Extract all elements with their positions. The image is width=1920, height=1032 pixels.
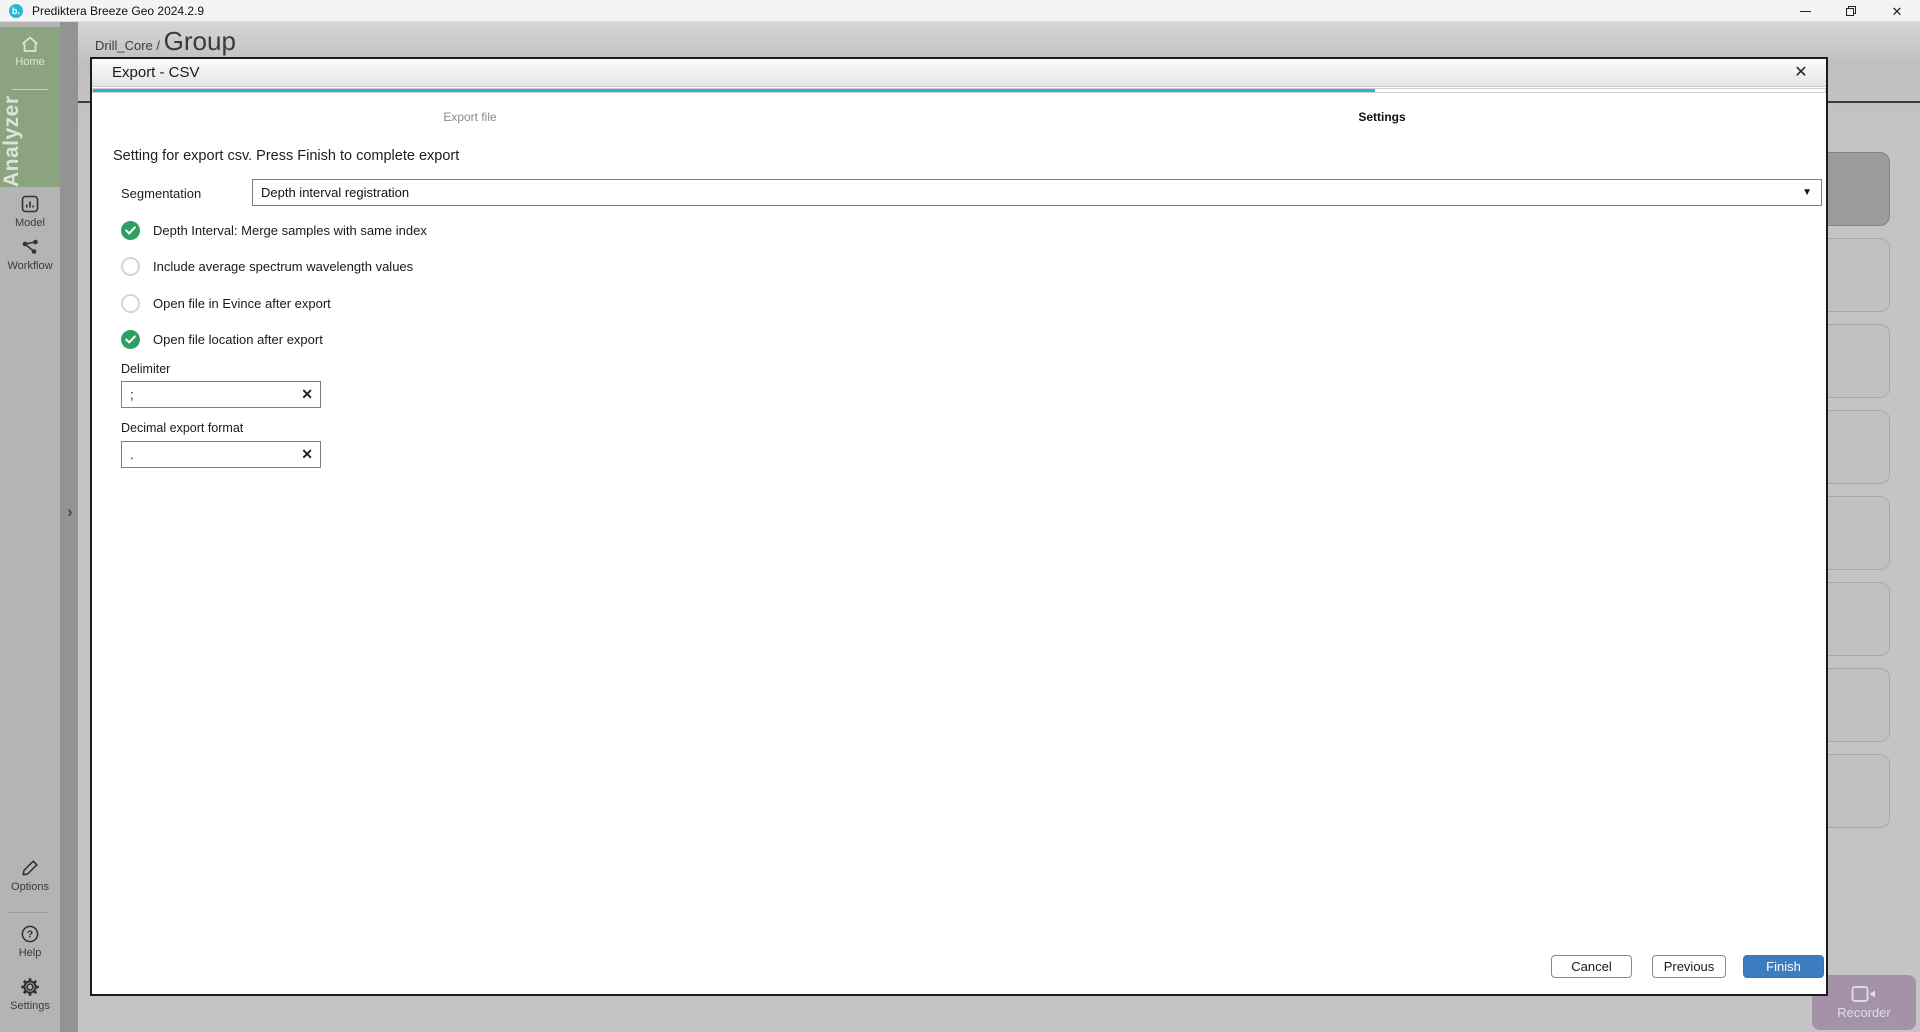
finish-button[interactable]: Finish (1743, 955, 1824, 978)
clear-icon[interactable]: ✕ (301, 386, 313, 402)
breadcrumb: Drill_Core / Group (95, 26, 236, 57)
chevron-down-icon: ▼ (1802, 180, 1812, 205)
sidebar-item-analyzer[interactable]: Analyzer (0, 95, 60, 187)
sidebar-item-label: Options (11, 881, 49, 893)
sidebar-divider (12, 89, 48, 90)
decimal-format-label: Decimal export format (121, 421, 243, 435)
delimiter-field: ✕ (121, 381, 321, 408)
decimal-format-input[interactable] (121, 441, 321, 468)
wizard-step-export-file: Export file (443, 110, 496, 124)
segmentation-label: Segmentation (121, 186, 201, 201)
sidebar-item-options[interactable]: Options (0, 858, 60, 893)
sidebar-item-settings[interactable]: Settings (0, 977, 60, 1012)
cancel-button[interactable]: Cancel (1551, 955, 1632, 978)
breadcrumb-separator: / (153, 38, 164, 53)
recorder-label: Recorder (1837, 1005, 1890, 1020)
video-camera-icon (1851, 985, 1877, 1003)
pencil-icon (20, 858, 40, 878)
export-csv-dialog: Export - CSV ✕ Export file Settings Sett… (90, 57, 1828, 996)
export-option-label: Open file location after export (153, 332, 323, 347)
sidebar-item-workflow[interactable]: Workflow (0, 237, 60, 272)
segmentation-value: Depth interval registration (261, 185, 409, 200)
checkbox-icon[interactable] (121, 294, 140, 313)
progress-fill (93, 89, 1375, 92)
checkbox-icon[interactable] (121, 221, 140, 240)
expand-panel-chevron[interactable]: › (62, 502, 78, 522)
bar-chart-icon (20, 194, 40, 214)
export-option[interactable]: Open file location after export (121, 330, 427, 350)
minimize-icon (1800, 11, 1811, 12)
wizard-progress-bar (92, 88, 1826, 93)
close-icon: ✕ (1892, 5, 1903, 18)
sidebar: Home Analyzer Model Workflow (0, 22, 60, 1032)
dialog-title: Export - CSV (112, 64, 200, 81)
export-option[interactable]: Include average spectrum wavelength valu… (121, 257, 427, 277)
svg-text:?: ? (27, 929, 33, 941)
export-option-label: Depth Interval: Merge samples with same … (153, 223, 427, 238)
export-option[interactable]: Open file in Evince after export (121, 293, 427, 313)
sidebar-active-section: Home Analyzer (0, 27, 60, 187)
dialog-header: Export - CSV (92, 59, 1826, 87)
breadcrumb-parent[interactable]: Drill_Core (95, 38, 153, 53)
app-window: b. Prediktera Breeze Geo 2024.2.9 ✕ Dril… (0, 0, 1920, 1032)
gear-icon (20, 977, 40, 997)
sidebar-item-label: Workflow (7, 260, 52, 272)
sidebar-item-label: Home (15, 56, 44, 68)
sidebar-item-help[interactable]: ? Help (0, 924, 60, 959)
export-option-label: Open file in Evince after export (153, 296, 331, 311)
sidebar-item-home[interactable]: Home (0, 35, 60, 68)
minimize-button[interactable] (1782, 0, 1828, 22)
clear-icon[interactable]: ✕ (301, 446, 313, 462)
sidebar-item-label: Settings (10, 1000, 50, 1012)
decimal-format-field: ✕ (121, 441, 321, 468)
export-option-label: Include average spectrum wavelength valu… (153, 259, 413, 274)
app-title: Prediktera Breeze Geo 2024.2.9 (32, 4, 204, 18)
export-options-list: Depth Interval: Merge samples with same … (121, 220, 427, 366)
collapsed-panel-strip: › (60, 22, 78, 1032)
titlebar: b. Prediktera Breeze Geo 2024.2.9 ✕ (0, 0, 1920, 22)
app-logo-icon: b. (9, 4, 23, 18)
delimiter-input[interactable] (121, 381, 321, 408)
export-option[interactable]: Depth Interval: Merge samples with same … (121, 220, 427, 240)
window-controls: ✕ (1782, 0, 1920, 22)
question-icon: ? (20, 924, 40, 944)
checkbox-icon[interactable] (121, 257, 140, 276)
previous-button[interactable]: Previous (1652, 955, 1726, 978)
segmentation-dropdown[interactable]: Depth interval registration ▼ (252, 179, 1822, 206)
home-icon (20, 35, 40, 53)
sidebar-item-label: Model (15, 217, 45, 229)
sidebar-divider (8, 912, 48, 913)
delimiter-label: Delimiter (121, 362, 170, 376)
sidebar-item-label: Help (19, 947, 42, 959)
close-window-button[interactable]: ✕ (1874, 0, 1920, 22)
wizard-step-settings: Settings (1358, 110, 1405, 124)
checkbox-icon[interactable] (121, 330, 140, 349)
restore-icon (1846, 6, 1857, 17)
dialog-heading: Setting for export csv. Press Finish to … (113, 148, 459, 164)
restore-button[interactable] (1828, 0, 1874, 22)
sidebar-item-model[interactable]: Model (0, 194, 60, 229)
workflow-icon (20, 237, 40, 257)
dialog-close-button[interactable]: ✕ (1790, 63, 1812, 83)
page-title: Group (164, 26, 236, 56)
